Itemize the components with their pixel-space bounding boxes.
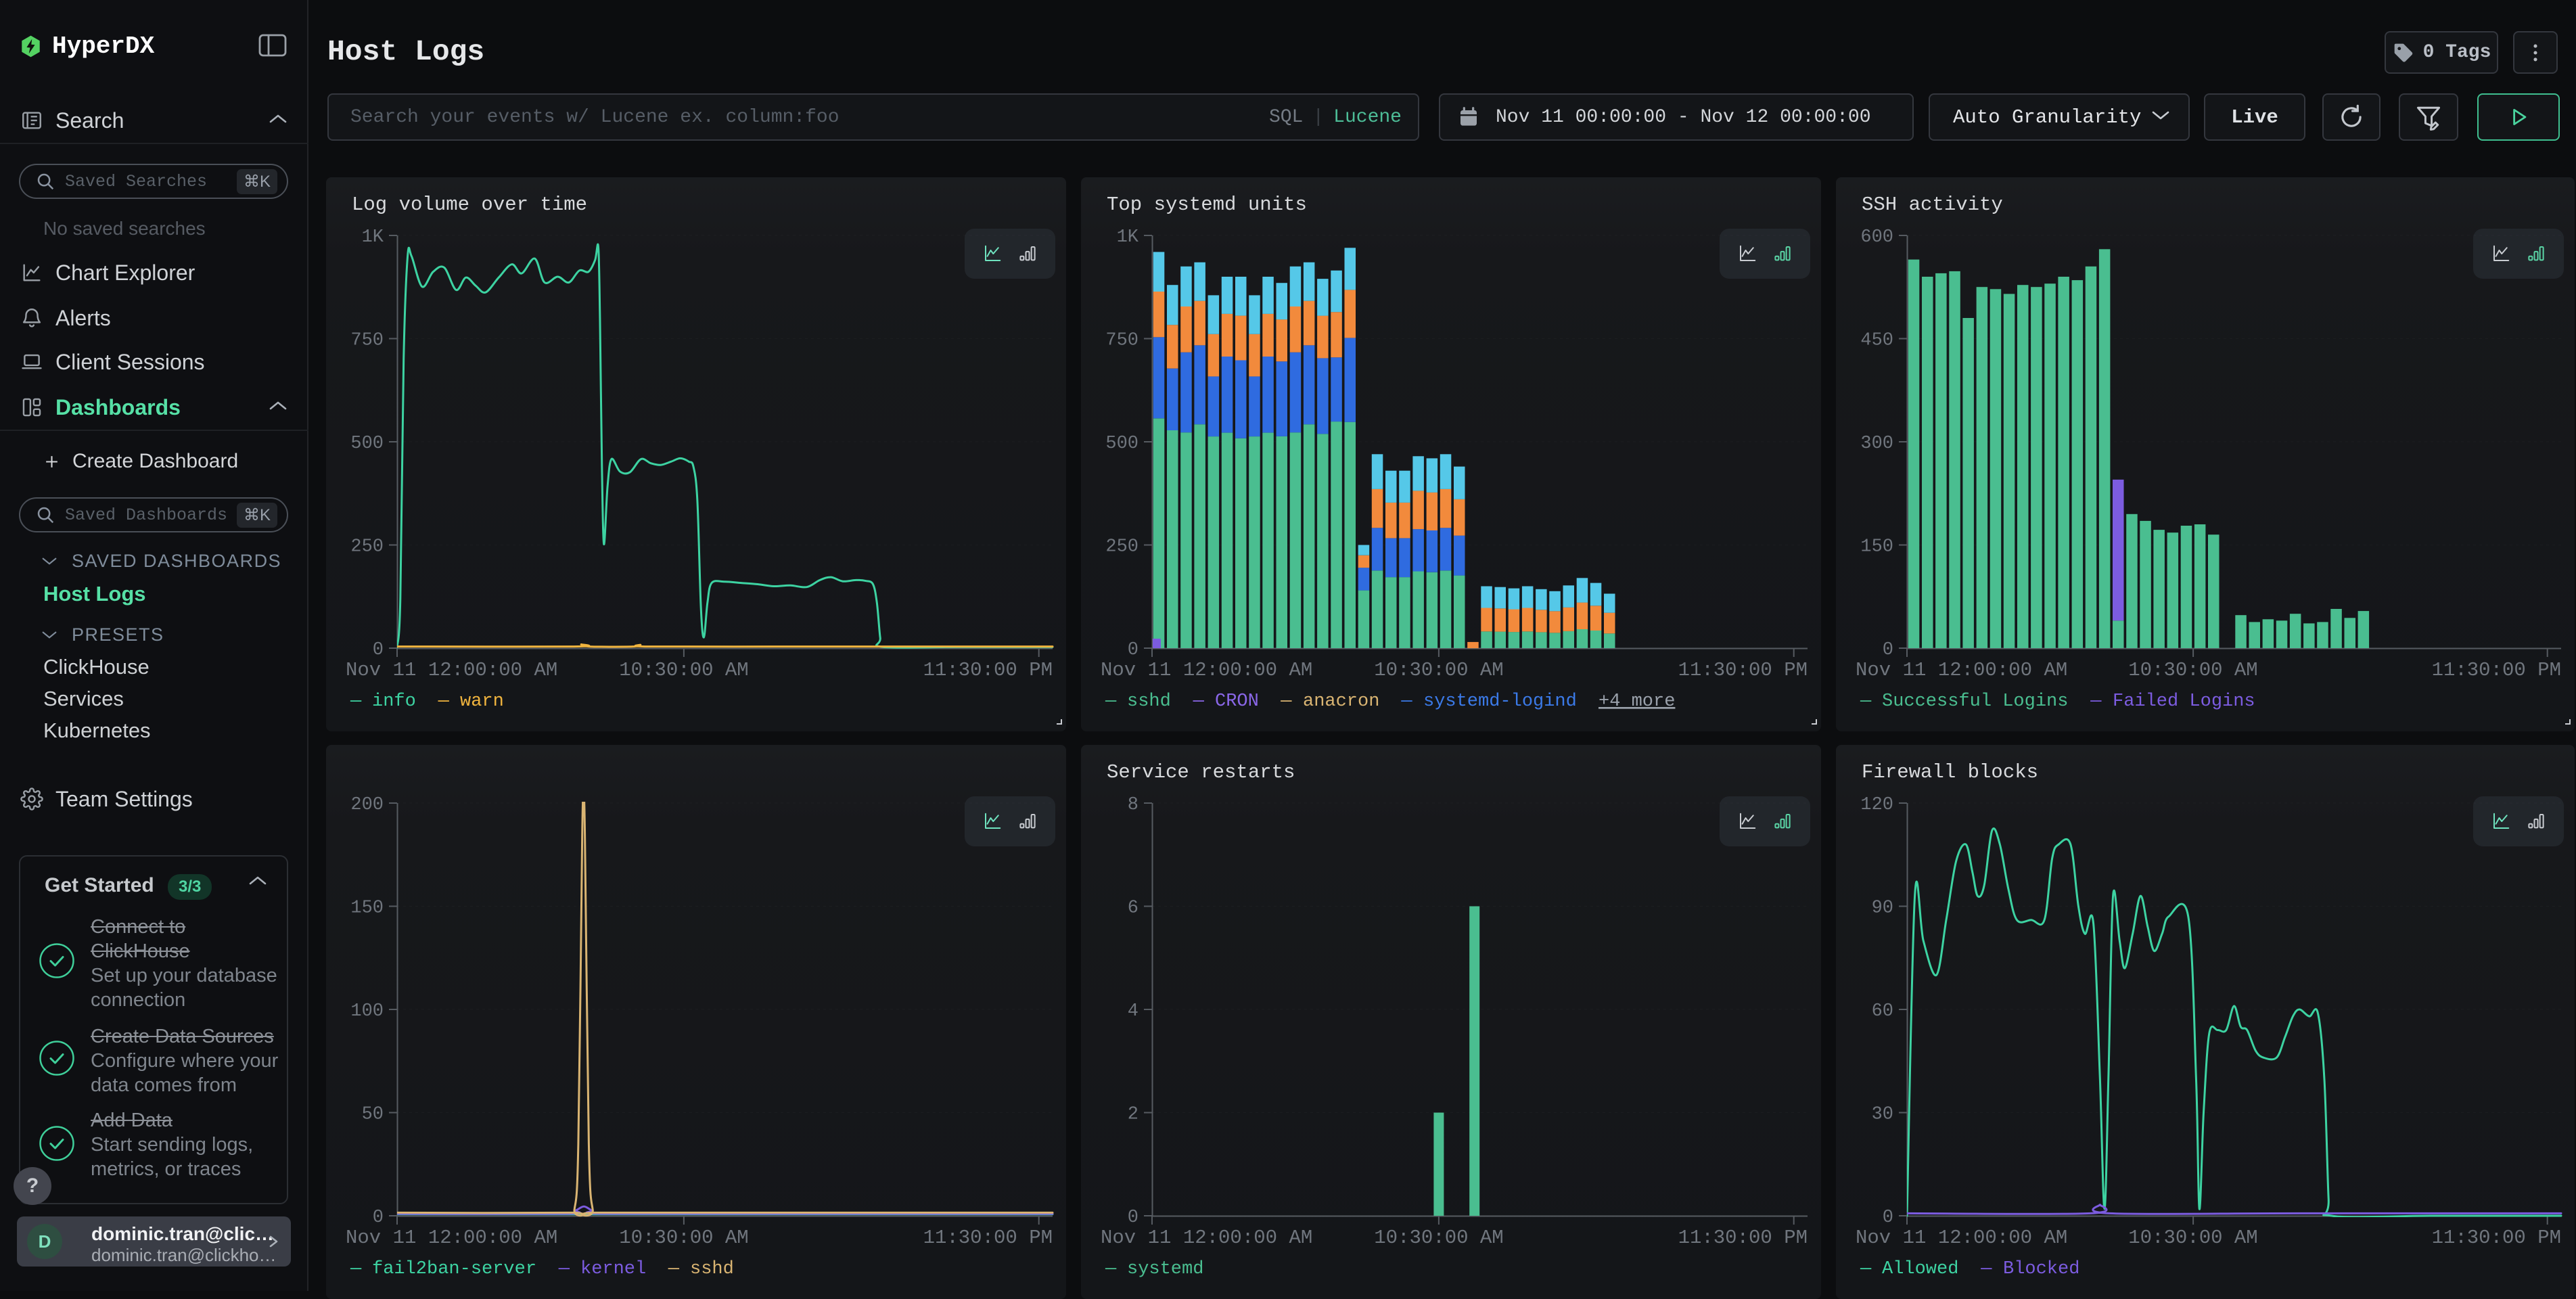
svg-text:150: 150 xyxy=(1860,537,1893,557)
svg-text:info: info xyxy=(372,691,416,712)
svg-text:—: — xyxy=(1400,691,1412,712)
svg-text:—: — xyxy=(1860,1259,1872,1279)
svg-text:0: 0 xyxy=(373,1208,384,1228)
svg-text:11:30:00 PM: 11:30:00 PM xyxy=(2432,1227,2561,1249)
svg-text:Nov 11 12:00:00 AM: Nov 11 12:00:00 AM xyxy=(1856,659,2067,681)
svg-text:10:30:00 AM: 10:30:00 AM xyxy=(2128,659,2257,681)
svg-text:0: 0 xyxy=(1128,1208,1138,1228)
svg-text:0: 0 xyxy=(1883,640,1893,660)
svg-text:fail2ban-server: fail2ban-server xyxy=(372,1259,536,1279)
svg-text:0: 0 xyxy=(1128,640,1138,660)
svg-text:50: 50 xyxy=(362,1105,384,1125)
svg-text:Successful Logins: Successful Logins xyxy=(1882,691,2068,712)
svg-text:11:30:00 PM: 11:30:00 PM xyxy=(923,1227,1053,1249)
svg-text:Nov 11 12:00:00 AM: Nov 11 12:00:00 AM xyxy=(1101,1227,1312,1249)
svg-text:10:30:00 AM: 10:30:00 AM xyxy=(619,659,748,681)
svg-text:120: 120 xyxy=(1860,795,1893,815)
svg-text:90: 90 xyxy=(1872,898,1893,919)
svg-text:Nov 11 12:00:00 AM: Nov 11 12:00:00 AM xyxy=(1101,659,1312,681)
svg-text:6: 6 xyxy=(1128,898,1138,919)
svg-text:10:30:00 AM: 10:30:00 AM xyxy=(619,1227,748,1249)
svg-text:sshd: sshd xyxy=(690,1259,734,1279)
svg-text:250: 250 xyxy=(350,537,384,557)
svg-text:—: — xyxy=(1860,691,1872,712)
svg-text:100: 100 xyxy=(350,1001,384,1022)
svg-text:—: — xyxy=(1105,691,1117,712)
svg-text:Nov 11 12:00:00 AM: Nov 11 12:00:00 AM xyxy=(1856,1227,2067,1249)
svg-text:—: — xyxy=(1193,691,1205,712)
svg-text:8: 8 xyxy=(1128,795,1138,815)
svg-text:Nov 11 12:00:00 AM: Nov 11 12:00:00 AM xyxy=(346,1227,557,1249)
svg-text:30: 30 xyxy=(1872,1105,1893,1125)
svg-text:10:30:00 AM: 10:30:00 AM xyxy=(2128,1227,2257,1249)
svg-text:200: 200 xyxy=(350,795,384,815)
svg-text:750: 750 xyxy=(1105,331,1138,351)
svg-text:2: 2 xyxy=(1128,1105,1138,1125)
svg-text:Nov 11 12:00:00 AM: Nov 11 12:00:00 AM xyxy=(346,659,557,681)
svg-text:500: 500 xyxy=(1105,434,1138,454)
svg-text:—: — xyxy=(350,1259,362,1279)
svg-text:11:30:00 PM: 11:30:00 PM xyxy=(1678,659,1808,681)
svg-text:—: — xyxy=(1105,1259,1117,1279)
svg-text:Allowed: Allowed xyxy=(1882,1259,1958,1279)
svg-text:300: 300 xyxy=(1860,434,1893,454)
svg-text:—: — xyxy=(1280,691,1292,712)
svg-text:Blocked: Blocked xyxy=(2003,1259,2079,1279)
svg-text:warn: warn xyxy=(460,691,504,712)
svg-text:10:30:00 AM: 10:30:00 AM xyxy=(1374,659,1503,681)
svg-text:kernel: kernel xyxy=(580,1259,646,1279)
svg-text:600: 600 xyxy=(1860,227,1893,248)
svg-text:anacron: anacron xyxy=(1303,691,1379,712)
svg-text:Failed Logins: Failed Logins xyxy=(2113,691,2255,712)
svg-text:1K: 1K xyxy=(1117,227,1139,248)
svg-text:4: 4 xyxy=(1128,1001,1138,1022)
svg-text:150: 150 xyxy=(350,898,384,919)
svg-text:500: 500 xyxy=(350,434,384,454)
svg-text:—: — xyxy=(2090,691,2102,712)
svg-text:750: 750 xyxy=(350,331,384,351)
svg-text:450: 450 xyxy=(1860,331,1893,351)
svg-text:0: 0 xyxy=(1883,1208,1893,1228)
svg-text:11:30:00 PM: 11:30:00 PM xyxy=(1678,1227,1808,1249)
svg-text:250: 250 xyxy=(1105,537,1138,557)
svg-text:1K: 1K xyxy=(362,227,384,248)
svg-text:10:30:00 AM: 10:30:00 AM xyxy=(1374,1227,1503,1249)
svg-text:—: — xyxy=(668,1259,680,1279)
svg-text:—: — xyxy=(438,691,450,712)
svg-text:—: — xyxy=(350,691,362,712)
svg-text:—: — xyxy=(1980,1259,1992,1279)
svg-text:11:30:00 PM: 11:30:00 PM xyxy=(923,659,1053,681)
svg-text:0: 0 xyxy=(373,640,384,660)
svg-text:+4 more: +4 more xyxy=(1598,691,1675,712)
svg-text:—: — xyxy=(558,1259,570,1279)
svg-text:11:30:00 PM: 11:30:00 PM xyxy=(2432,659,2561,681)
svg-text:systemd: systemd xyxy=(1127,1259,1203,1279)
svg-text:60: 60 xyxy=(1872,1001,1893,1022)
svg-text:systemd-logind: systemd-logind xyxy=(1423,691,1577,712)
svg-text:CRON: CRON xyxy=(1215,691,1259,712)
svg-text:sshd: sshd xyxy=(1127,691,1171,712)
